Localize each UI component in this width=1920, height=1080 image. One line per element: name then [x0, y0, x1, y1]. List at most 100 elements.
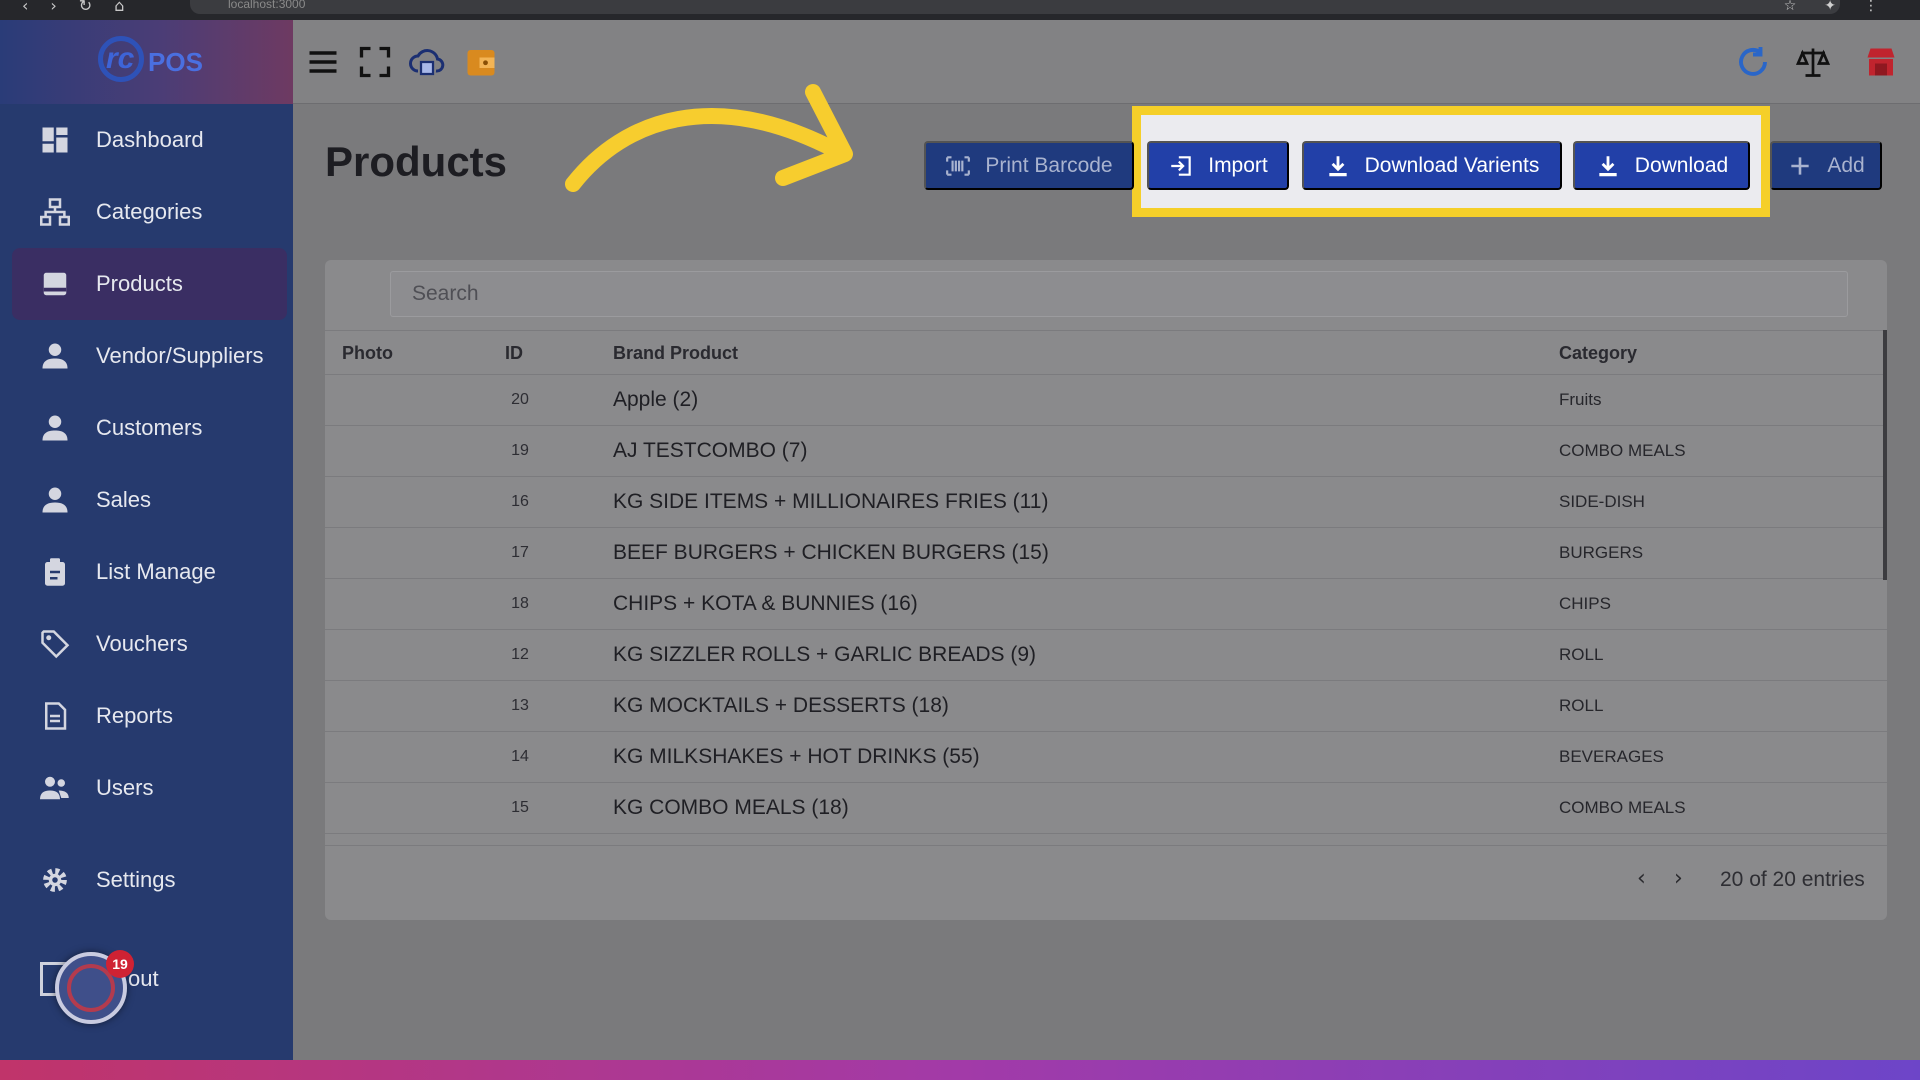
annotation-arrow — [565, 84, 853, 192]
table-body: 20 Apple (2) Fruits 19 AJ TESTCOMBO (7) COMB… — [325, 375, 1887, 845]
cell-id: 13 — [511, 697, 529, 714]
tag-icon — [40, 629, 70, 659]
search-input[interactable]: Search — [390, 271, 1848, 317]
cell-id: 17 — [511, 544, 529, 561]
address-text: localhost:3000 — [228, 0, 306, 11]
person-icon — [40, 413, 70, 443]
print-barcode-button[interactable]: Print Barcode — [924, 141, 1134, 190]
cloud-print-icon[interactable] — [407, 42, 447, 82]
sidebar-item-vouchers[interactable]: Vouchers — [0, 608, 293, 680]
browser-nav-icons[interactable]: ‹›↻⌂ — [22, 0, 146, 14]
plus-icon — [1791, 156, 1809, 175]
sidebar-item-dashboard[interactable]: Dashboard — [0, 104, 293, 176]
table-scrollbar[interactable] — [1883, 330, 1887, 580]
app-logo[interactable]: rc POS — [0, 20, 293, 104]
cell-category: COMBO MEALS — [1559, 798, 1686, 817]
table-row[interactable]: 20 Apple (2) Fruits — [325, 375, 1887, 426]
download-button[interactable]: Download — [1573, 141, 1750, 190]
table-row[interactable]: 17 BEEF BURGERS + CHICKEN BURGERS (15) BUR… — [325, 528, 1887, 579]
logo-pos-text: POS — [148, 47, 203, 77]
sidebar-item-settings[interactable]: Settings — [0, 844, 293, 916]
next-page-icon[interactable]: › — [1674, 866, 1683, 891]
sidebar-item-label: Reports — [96, 703, 174, 728]
table-row[interactable]: 18 CHIPS + KOTA & BUNNIES (16) CHIPS — [325, 579, 1887, 630]
scale-icon[interactable] — [1793, 42, 1833, 82]
import-icon — [1171, 155, 1191, 176]
cell-brand-product: BEEF BURGERS + CHICKEN BURGERS (15) — [613, 541, 1049, 564]
menu-icon[interactable] — [303, 42, 343, 82]
add-product-button[interactable]: Add — [1770, 141, 1882, 190]
sidebar-item-label: Users — [96, 775, 154, 800]
add-label: Add — [1827, 153, 1865, 177]
floating-app-button[interactable]: 19 — [55, 950, 134, 1024]
sidebar-item-sales[interactable]: Sales — [0, 464, 293, 536]
table-row[interactable]: 19 AJ TESTCOMBO (7) COMBO MEALS — [325, 426, 1887, 477]
top-header — [293, 20, 1920, 104]
sidebar-item-label: List Manage — [96, 559, 216, 584]
column-header-brand-product[interactable]: Brand Product — [613, 331, 738, 375]
sidebar-item-label: Vouchers — [96, 631, 188, 656]
cell-category: BEVERAGES — [1559, 747, 1664, 766]
print-barcode-label: Print Barcode — [985, 153, 1113, 177]
cell-brand-product: KG SIZZLER ROLLS + GARLIC BREADS (9) — [613, 643, 1037, 666]
cell-id: 20 — [511, 391, 529, 408]
bottom-gradient-bar — [0, 1060, 1920, 1080]
column-header-photo[interactable]: Photo — [342, 331, 393, 375]
cell-category: COMBO MEALS — [1559, 441, 1686, 460]
users-icon — [40, 773, 70, 803]
browser-toolbar: ‹›↻⌂ localhost:3000 ☆✦⋮ — [0, 0, 1920, 20]
products-table: Search Photo ID Brand Product Category 2… — [325, 260, 1887, 920]
cell-id: 16 — [511, 493, 529, 510]
sidebar-item-label: Dashboard — [96, 127, 204, 152]
fullscreen-icon[interactable] — [355, 42, 395, 82]
cell-brand-product: Apple (2) — [613, 388, 699, 411]
logo-rc-text: rc — [106, 42, 135, 75]
previous-page-icon[interactable]: ‹ — [1637, 866, 1646, 891]
cell-id: 15 — [511, 799, 529, 816]
import-button[interactable]: Import — [1147, 141, 1289, 190]
cell-id: 14 — [511, 748, 529, 765]
sidebar-item-vendor-suppliers[interactable]: Vendor/Suppliers — [0, 320, 293, 392]
cell-id: 19 — [511, 442, 529, 459]
table-row[interactable]: 16 KG SIDE ITEMS + MILLIONAIRES FRIES (11… — [325, 477, 1887, 528]
table-row[interactable]: 13 KG MOCKTAILS + DESSERTS (18) ROLL — [325, 681, 1887, 732]
sidebar-item-list-manage[interactable]: List Manage — [0, 536, 293, 608]
table-row[interactable]: 15 KG COMBO MEALS (18) COMBO MEALS — [325, 783, 1887, 834]
cell-brand-product: KG MILKSHAKES + HOT DRINKS (55) — [613, 745, 980, 768]
file-icon — [40, 701, 70, 731]
cell-category: SIDE-DISH — [1559, 492, 1645, 511]
clipboard-icon — [40, 557, 70, 587]
sidebar-item-users[interactable]: Users — [0, 752, 293, 824]
sidebar-item-customers[interactable]: Customers — [0, 392, 293, 464]
refresh-icon[interactable] — [1733, 42, 1773, 82]
notification-badge: 19 — [106, 950, 134, 978]
sidebar-item-categories[interactable]: Categories — [0, 176, 293, 248]
sidebar-item-products[interactable]: Products — [12, 248, 287, 320]
sidebar-item-label: Settings — [96, 867, 176, 892]
download-icon — [1599, 155, 1617, 176]
cell-category: ROLL — [1559, 645, 1604, 664]
table-row[interactable]: 14 KG MILKSHAKES + HOT DRINKS (55) BEVERAG… — [325, 732, 1887, 783]
person-icon — [40, 485, 70, 515]
sidebar-item-reports[interactable]: Reports — [0, 680, 293, 752]
wallet-icon[interactable] — [461, 42, 501, 82]
pagination-info: 20 of 20 entries — [1720, 868, 1865, 891]
address-bar[interactable]: localhost:3000 — [190, 0, 1840, 14]
table-row[interactable]: 12 KG SIZZLER ROLLS + GARLIC BREADS (9) RO… — [325, 630, 1887, 681]
download-icon — [1328, 155, 1347, 176]
download-label: Download — [1634, 153, 1729, 177]
sidebar-item-label: Sales — [96, 487, 152, 512]
sitemap-icon — [40, 197, 70, 227]
download-varients-label: Download Varients — [1364, 153, 1540, 177]
sidebar: rc POS Dashboard Categories Products Ven… — [0, 20, 293, 1060]
cell-brand-product: KG MOCKTAILS + DESSERTS (18) — [613, 694, 949, 717]
browser-extension-icons[interactable]: ☆✦⋮ — [1784, 0, 1906, 14]
store-icon[interactable] — [1861, 42, 1901, 82]
column-header-category[interactable]: Category — [1559, 331, 1637, 375]
download-varients-button[interactable]: Download Varients — [1302, 141, 1562, 190]
cell-brand-product: AJ TESTCOMBO (7) — [613, 439, 808, 462]
column-header-id[interactable]: ID — [505, 331, 523, 375]
person-icon — [40, 341, 70, 371]
cell-brand-product: KG COMBO MEALS (18) — [613, 796, 849, 819]
cell-id: 18 — [511, 595, 529, 612]
